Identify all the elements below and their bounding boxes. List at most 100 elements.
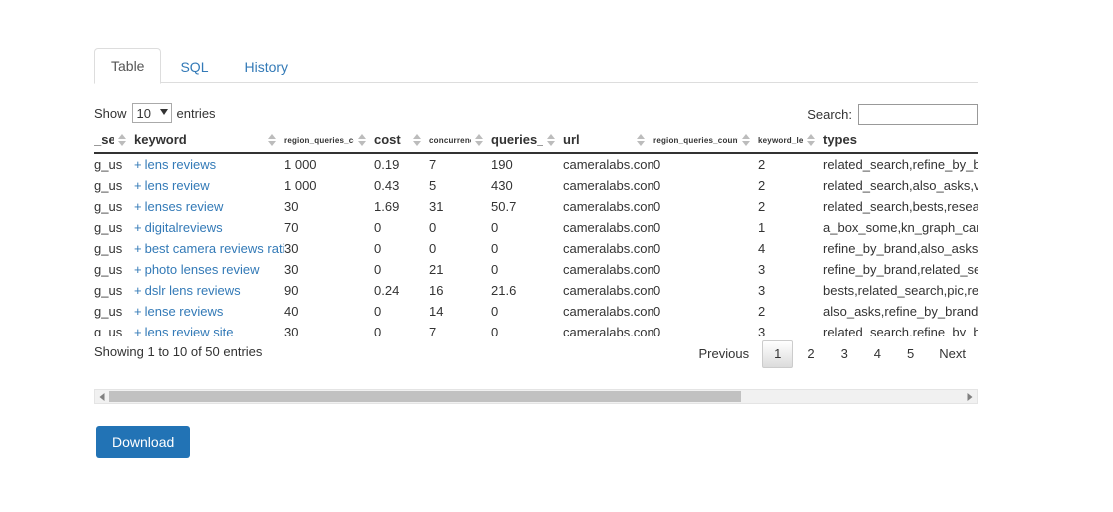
cell-url: cameralabs.com bbox=[563, 220, 653, 235]
cell-queries-cost: 0 bbox=[491, 262, 499, 277]
horizontal-scrollbar[interactable] bbox=[94, 389, 978, 404]
column-header-keyword[interactable]: keyword bbox=[134, 128, 284, 154]
cell-region-queries-count-wide: 0 bbox=[653, 220, 661, 235]
sort-arrows-icon[interactable] bbox=[358, 133, 366, 147]
column-header-keyword-length[interactable]: keyword_length bbox=[758, 128, 823, 154]
column-header-label: keyword_length bbox=[758, 136, 803, 145]
pagination-next[interactable]: Next bbox=[928, 340, 977, 368]
cell--se: g_us bbox=[94, 178, 123, 193]
add-keyword-icon[interactable]: + bbox=[134, 157, 142, 172]
cell-region-queries-count-wide: 0 bbox=[653, 325, 661, 336]
cell-region-queries-count-wide: 0 bbox=[653, 199, 661, 214]
column-header-region-queries-count[interactable]: region_queries_count bbox=[284, 128, 374, 154]
cell-region-queries-count: 30 bbox=[284, 199, 299, 214]
sort-arrows-icon[interactable] bbox=[268, 133, 276, 147]
keyword-link[interactable]: lenses review bbox=[145, 199, 224, 214]
scroll-right-arrow-icon[interactable] bbox=[963, 390, 977, 403]
scrollbar-thumb[interactable] bbox=[109, 391, 741, 402]
add-keyword-icon[interactable]: + bbox=[134, 178, 142, 193]
column-header-label: keyword bbox=[134, 132, 187, 147]
pagination-page-4[interactable]: 4 bbox=[862, 340, 893, 368]
column-header-types[interactable]: types bbox=[823, 128, 978, 154]
sort-arrows-icon[interactable] bbox=[637, 133, 645, 147]
pagination: Previous 1 2 3 4 5 Next bbox=[687, 340, 978, 368]
pagination-previous[interactable]: Previous bbox=[688, 340, 761, 368]
keyword-link[interactable]: photo lenses review bbox=[145, 262, 260, 277]
download-button[interactable]: Download bbox=[96, 426, 191, 458]
cell-region-queries-count: 30 bbox=[284, 262, 299, 277]
keyword-link[interactable]: digitalreviews bbox=[145, 220, 223, 235]
column-header-concurrency[interactable]: concurrency bbox=[429, 128, 491, 154]
cell-keyword-length: 2 bbox=[758, 157, 766, 172]
keyword-link[interactable]: lens review site bbox=[145, 325, 234, 336]
sort-arrows-icon[interactable] bbox=[547, 133, 555, 147]
sort-arrows-icon[interactable] bbox=[118, 133, 126, 147]
table-length-control: Show 102550100 entries bbox=[94, 103, 216, 123]
keyword-link[interactable]: lens reviews bbox=[145, 157, 217, 172]
pagination-page-3[interactable]: 3 bbox=[829, 340, 860, 368]
cell--se: g_us bbox=[94, 199, 123, 214]
pagination-page-2[interactable]: 2 bbox=[795, 340, 826, 368]
sort-arrows-icon[interactable] bbox=[475, 133, 483, 147]
column-header-region-queries-count-wide[interactable]: region_queries_count_wide bbox=[653, 128, 758, 154]
scroll-left-arrow-icon[interactable] bbox=[95, 390, 109, 403]
cell-types: related_search,also_asks,video,refine_by… bbox=[823, 178, 978, 193]
tab-table[interactable]: Table bbox=[94, 48, 162, 84]
cell-types: a_box_some,kn_graph_card,also_asks,relat… bbox=[823, 220, 978, 235]
cell-concurrency: 0 bbox=[429, 241, 437, 256]
cell-cost: 0.19 bbox=[374, 157, 400, 172]
table-row: g_us + photo lenses review 30 0 21 0 cameralabs… bbox=[94, 259, 978, 280]
sort-arrows-icon[interactable] bbox=[742, 133, 750, 147]
add-keyword-icon[interactable]: + bbox=[134, 283, 142, 298]
table-row: g_us + lense reviews 40 0 14 0 cameralabs.com 0 2… bbox=[94, 301, 978, 322]
column-header-cost[interactable]: cost bbox=[374, 128, 429, 154]
keyword-link[interactable]: best camera reviews ratings bbox=[145, 241, 284, 256]
add-keyword-icon[interactable]: + bbox=[134, 241, 142, 256]
column-header-queries-cost[interactable]: queries_cost bbox=[491, 128, 563, 154]
scrollbar-track[interactable] bbox=[109, 390, 963, 403]
pagination-page-5[interactable]: 5 bbox=[895, 340, 926, 368]
column-header-label: region_queries_count bbox=[284, 136, 354, 145]
keyword-link[interactable]: dslr lens reviews bbox=[145, 283, 241, 298]
tab-history[interactable]: History bbox=[227, 48, 305, 84]
keyword-link[interactable]: lens review bbox=[145, 178, 210, 193]
keyword-link[interactable]: lense reviews bbox=[145, 304, 224, 319]
cell-cost: 0 bbox=[374, 304, 382, 319]
add-keyword-icon[interactable]: + bbox=[134, 262, 142, 277]
cell-cost: 0 bbox=[374, 241, 382, 256]
cell-concurrency: 31 bbox=[429, 199, 444, 214]
column-header-url[interactable]: url bbox=[563, 128, 653, 154]
results-table: _se keyword region_queries_count cost concur… bbox=[94, 128, 978, 336]
cell-cost: 0.24 bbox=[374, 283, 400, 298]
table-row: g_us + lenses review 30 1.69 31 50.7 cameralabs… bbox=[94, 196, 978, 217]
column-header--se[interactable]: _se bbox=[94, 128, 134, 154]
page-length-select[interactable]: 102550100 bbox=[131, 103, 172, 123]
cell--se: g_us bbox=[94, 304, 123, 319]
cell-url: cameralabs.com bbox=[563, 199, 653, 214]
sort-arrows-icon[interactable] bbox=[413, 133, 421, 147]
cell-concurrency: 14 bbox=[429, 304, 444, 319]
cell-keyword: +best camera reviews ratings bbox=[134, 238, 284, 259]
cell-queries-cost: 0 bbox=[491, 304, 499, 319]
cell-keyword: + lens review bbox=[134, 175, 284, 196]
cell-queries-cost: 430 bbox=[491, 178, 513, 193]
table-row: g_us + lens reviews 1 000 0.19 7 190 cameralabs… bbox=[94, 153, 978, 175]
cell-types: also_asks,refine_by_brand,related_search… bbox=[823, 304, 978, 319]
add-keyword-icon[interactable]: + bbox=[134, 325, 142, 336]
cell--se: g_us bbox=[94, 325, 123, 336]
cell-keyword-length: 3 bbox=[758, 325, 766, 336]
cell-keyword-length: 4 bbox=[758, 241, 766, 256]
cell-url: cameralabs.com bbox=[563, 178, 653, 193]
pagination-page-1[interactable]: 1 bbox=[762, 340, 794, 368]
cell-queries-cost: 190 bbox=[491, 157, 513, 172]
add-keyword-icon[interactable]: + bbox=[134, 199, 142, 214]
tab-sql[interactable]: SQL bbox=[163, 48, 225, 84]
cell-queries-cost: 50.7 bbox=[491, 199, 517, 214]
add-keyword-icon[interactable]: + bbox=[134, 220, 142, 235]
cell-cost: 0 bbox=[374, 220, 382, 235]
search-input[interactable] bbox=[858, 104, 978, 125]
sort-arrows-icon[interactable] bbox=[807, 133, 815, 147]
cell-keyword: + lens reviews bbox=[134, 153, 284, 175]
cell-region-queries-count: 1 000 bbox=[284, 178, 317, 193]
add-keyword-icon[interactable]: + bbox=[134, 304, 142, 319]
